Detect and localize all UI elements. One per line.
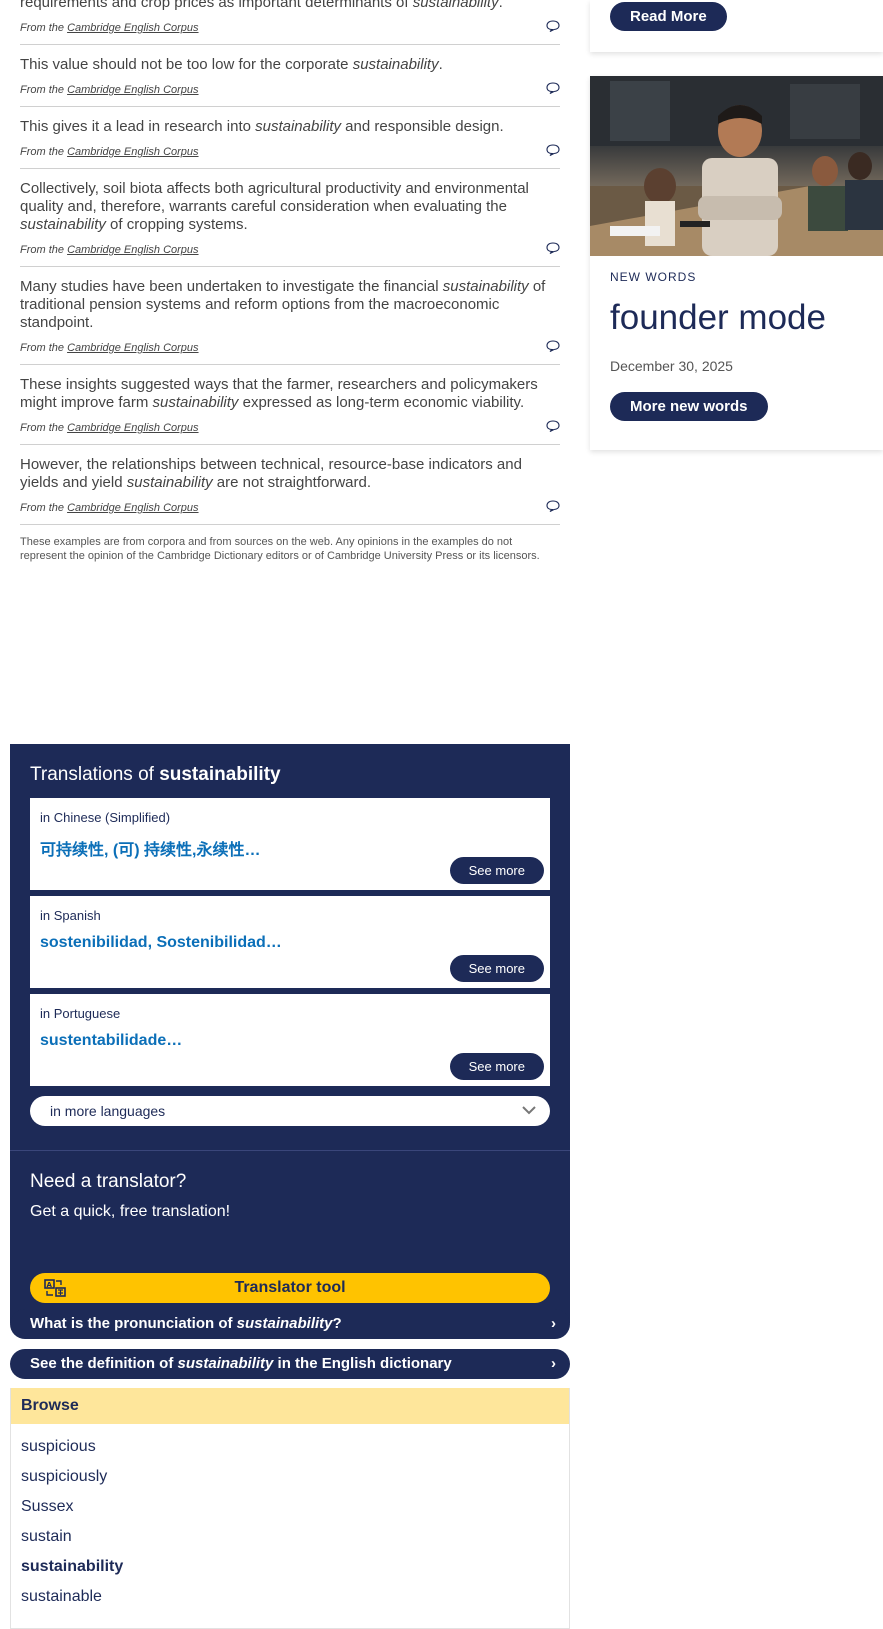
feedback-icon[interactable] [546, 340, 560, 352]
pronunciation-link-label: What is the pronunciation of sustainabil… [30, 1315, 342, 1332]
corpus-link[interactable]: Cambridge English Corpus [67, 342, 198, 354]
corpus-link[interactable]: Cambridge English Corpus [67, 244, 198, 256]
feedback-icon[interactable] [546, 242, 560, 254]
translations-panel: Translations of sustainability in Chines… [10, 744, 570, 1323]
see-more-button[interactable]: See more [449, 857, 544, 884]
browse-title: Browse [11, 1388, 569, 1424]
feedback-icon[interactable] [546, 20, 560, 32]
example-source: From the Cambridge English Corpus [20, 422, 199, 434]
read-more-button[interactable]: Read More [610, 2, 727, 31]
examples-column: requirements and crop prices as importan… [20, 0, 560, 563]
svg-text:A: A [47, 1281, 53, 1289]
new-word-date: December 30, 2025 [610, 358, 733, 374]
example-source: From the Cambridge English Corpus [20, 84, 199, 96]
chevron-down-icon [522, 1106, 536, 1115]
example-sentence: However, the relationships between techn… [20, 445, 560, 525]
example-source: From the Cambridge English Corpus [20, 244, 199, 256]
more-new-words-button[interactable]: More new words [610, 392, 768, 421]
translation-spanish: in Spanish sostenibilidad, Sostenibilida… [30, 896, 550, 988]
see-more-button[interactable]: See more [449, 955, 544, 982]
translation-language: in Portuguese [40, 1006, 121, 1021]
browse-panel: Browse suspicious suspiciously Sussex susta… [10, 1388, 570, 1629]
browse-item[interactable]: sustain [21, 1522, 569, 1552]
example-sentence: These insights suggested ways that the f… [20, 365, 560, 445]
need-translator-title: Need a translator? [30, 1171, 187, 1192]
office-team-photo [590, 76, 883, 256]
examples-disclaimer: These examples are from corpora and from… [20, 536, 540, 562]
more-languages-select[interactable]: in more languages [30, 1096, 550, 1126]
sidebar: Read More NEW WORDS founder mode Decembe… [590, 0, 883, 450]
translation-language: in Chinese (Simplified) [40, 810, 171, 825]
translation-portuguese: in Portuguese sustentabilidade… See more [30, 994, 550, 1086]
translation-language: in Spanish [40, 908, 101, 923]
example-source: From the Cambridge English Corpus [20, 22, 199, 34]
translations-title: Translations of sustainability [30, 764, 281, 785]
browse-item[interactable]: Sussex [21, 1492, 569, 1522]
browse-item[interactable]: sustainable [21, 1582, 569, 1612]
example-sentence: This value should not be too low for the… [20, 45, 560, 107]
example-text: Collectively, soil biota affects both ag… [20, 180, 529, 233]
pronunciation-link[interactable]: What is the pronunciation of sustainabil… [10, 1309, 570, 1339]
new-word-title[interactable]: founder mode [610, 298, 826, 338]
corpus-link[interactable]: Cambridge English Corpus [67, 146, 198, 158]
new-words-label: NEW WORDS [610, 270, 697, 284]
corpus-link[interactable]: Cambridge English Corpus [67, 422, 198, 434]
example-source: From the Cambridge English Corpus [20, 342, 199, 354]
need-translator-text: Get a quick, free translation! [30, 1203, 231, 1220]
translator-tool-label: Translator tool [234, 1279, 346, 1296]
example-text: This value should not be too low for the… [20, 56, 443, 73]
feedback-icon[interactable] [546, 420, 560, 432]
new-words-card: NEW WORDS founder mode December 30, 2025… [590, 76, 883, 450]
corpus-link[interactable]: Cambridge English Corpus [67, 22, 198, 34]
translation-words[interactable]: sustentabilidade… [40, 1032, 182, 1050]
see-more-button[interactable]: See more [449, 1053, 544, 1080]
definition-link-label: See the definition of sustainability in … [30, 1355, 452, 1372]
translation-words[interactable]: 可持续性, (可) 持续性,永续性… [40, 836, 260, 860]
translator-promo: Need a translator? Get a quick, free tra… [10, 1151, 570, 1235]
chevron-right-icon: › [551, 1315, 556, 1332]
example-source: From the Cambridge English Corpus [20, 146, 199, 158]
article-card: Read More [590, 0, 883, 52]
example-sentence: This gives it a lead in research into su… [20, 107, 560, 169]
example-sentence: requirements and crop prices as importan… [20, 0, 560, 45]
browse-item[interactable]: suspicious [21, 1432, 569, 1462]
example-text: This gives it a lead in research into su… [20, 118, 504, 135]
corpus-link[interactable]: Cambridge English Corpus [67, 84, 198, 96]
example-source: From the Cambridge English Corpus [20, 502, 199, 514]
translation-chinese: in Chinese (Simplified) 可持续性, (可) 持续性,永续… [30, 798, 550, 890]
feedback-icon[interactable] [546, 500, 560, 512]
feedback-icon[interactable] [546, 144, 560, 156]
corpus-link[interactable]: Cambridge English Corpus [67, 502, 198, 514]
example-text: Many studies have been undertaken to inv… [20, 278, 546, 331]
example-sentence: Many studies have been undertaken to inv… [20, 267, 560, 365]
feedback-icon[interactable] [546, 82, 560, 94]
example-text: requirements and crop prices as importan… [20, 0, 503, 11]
definition-link[interactable]: See the definition of sustainability in … [10, 1349, 570, 1379]
example-sentence: Collectively, soil biota affects both ag… [20, 169, 560, 267]
chevron-right-icon: › [551, 1355, 556, 1372]
translator-tool-button[interactable]: A Translator tool [30, 1273, 550, 1303]
translate-icon: A [44, 1279, 66, 1297]
translation-words[interactable]: sostenibilidad, Sostenibilidad… [40, 934, 282, 952]
browse-list: suspicious suspiciously Sussex sustain susta… [11, 1424, 569, 1612]
example-list: requirements and crop prices as importan… [20, 0, 560, 525]
more-languages-label: in more languages [50, 1103, 166, 1119]
browse-item[interactable]: sustainability [21, 1552, 569, 1582]
example-text: However, the relationships between techn… [20, 456, 522, 491]
browse-item[interactable]: suspiciously [21, 1462, 569, 1492]
example-text: These insights suggested ways that the f… [20, 376, 538, 411]
